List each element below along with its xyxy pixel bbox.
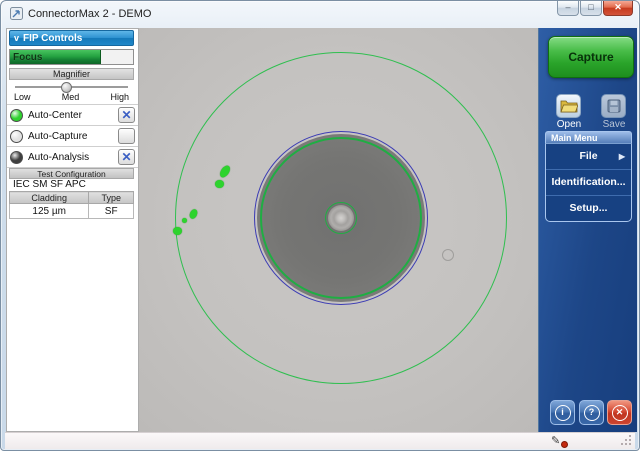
auto-center-label: Auto-Center <box>28 110 118 121</box>
test-configuration-header: Test Configuration <box>9 168 134 179</box>
help-icon: ? <box>584 405 600 421</box>
window-controls: – □ ✕ <box>557 1 633 16</box>
menu-item-file-label: File <box>579 150 597 162</box>
auto-capture-led-icon <box>10 130 23 143</box>
action-panel: Capture Open Save Main Menu File ▶ <box>538 28 637 432</box>
auto-analysis-label: Auto-Analysis <box>28 152 118 163</box>
open-folder-icon <box>560 99 578 113</box>
auto-toggle-list: Auto-Center ✕ Auto-Capture Auto-Analysis… <box>7 104 138 168</box>
info-icon: i <box>555 405 571 421</box>
defect-blob <box>182 218 187 223</box>
status-bar: ✎ <box>5 432 635 449</box>
dust-artifact <box>442 249 454 261</box>
menu-item-file[interactable]: File ▶ <box>546 144 631 169</box>
table-header-cladding: Cladding <box>10 192 89 204</box>
auto-center-checkbox[interactable]: ✕ <box>118 107 135 123</box>
zone-circle-core-zone <box>325 202 357 234</box>
auto-analysis-checkbox[interactable]: ✕ <box>118 149 135 165</box>
help-button[interactable]: ? <box>579 400 604 425</box>
capture-button[interactable]: Capture <box>548 36 634 78</box>
menu-item-setup[interactable]: Setup... <box>546 195 631 221</box>
auto-capture-checkbox[interactable] <box>118 128 135 144</box>
magnifier-level-high: High <box>110 92 129 103</box>
fip-controls-panel: v FIP Controls Focus Magnifier Low Med H… <box>6 28 139 432</box>
save-button-label: Save <box>594 119 634 130</box>
main-menu-header: Main Menu <box>545 131 632 144</box>
test-configuration-table: Cladding Type 125 µm SF <box>9 191 134 219</box>
resize-grip[interactable] <box>621 435 632 446</box>
table-header-type: Type <box>89 192 134 204</box>
magnifier-level-med: Med <box>62 92 80 103</box>
defect-blob <box>215 180 224 188</box>
menu-item-identification[interactable]: Identification... <box>546 169 631 195</box>
info-button[interactable]: i <box>550 400 575 425</box>
magnifier-label: Magnifier <box>9 68 134 80</box>
titlebar: ConnectorMax 2 - DEMO – □ ✕ <box>1 1 639 28</box>
fip-controls-header[interactable]: v FIP Controls <box>9 30 134 46</box>
close-button[interactable]: ✕ <box>603 1 633 16</box>
chevron-down-icon: v <box>14 34 19 43</box>
maximize-button[interactable]: □ <box>580 1 602 16</box>
toggle-row-auto-capture: Auto-Capture <box>7 126 138 147</box>
minimize-button[interactable]: – <box>557 1 579 16</box>
submenu-arrow-icon: ▶ <box>619 144 625 169</box>
save-button[interactable] <box>601 94 626 118</box>
signature-pen-icon: ✎ <box>551 434 560 447</box>
type-value: SF <box>89 204 134 219</box>
fiber-image <box>139 28 538 432</box>
focus-label: Focus <box>13 52 42 63</box>
save-disk-icon <box>607 99 621 113</box>
defect-blob <box>173 227 182 235</box>
fip-controls-title: FIP Controls <box>23 33 82 44</box>
exit-icon: ✕ <box>612 405 628 421</box>
open-button-label: Open <box>549 119 589 130</box>
toggle-row-auto-analysis: Auto-Analysis ✕ <box>7 147 138 168</box>
auto-analysis-led-icon <box>10 151 23 164</box>
magnifier-levels: Low Med High <box>9 92 134 103</box>
main-menu-items: File ▶ Identification... Setup... <box>545 144 632 222</box>
main-menu: Main Menu File ▶ Identification... Setup… <box>545 131 632 222</box>
menu-item-identification-label: Identification... <box>551 176 625 188</box>
menu-item-setup-label: Setup... <box>570 202 608 214</box>
exit-button[interactable]: ✕ <box>607 400 632 425</box>
cladding-value: 125 µm <box>10 204 89 219</box>
toggle-row-auto-center: Auto-Center ✕ <box>7 105 138 126</box>
window-title: ConnectorMax 2 - DEMO <box>28 8 151 20</box>
auto-center-led-icon <box>10 109 23 122</box>
magnifier-level-low: Low <box>14 92 31 103</box>
auto-capture-label: Auto-Capture <box>28 131 118 142</box>
app-window: ConnectorMax 2 - DEMO – □ ✕ v FIP Contro… <box>0 0 640 451</box>
app-icon <box>10 7 23 20</box>
signature-pen-dot <box>561 441 568 448</box>
focus-indicator: Focus <box>9 49 134 65</box>
table-row: 125 µm SF <box>10 204 134 219</box>
open-button[interactable] <box>556 94 581 118</box>
